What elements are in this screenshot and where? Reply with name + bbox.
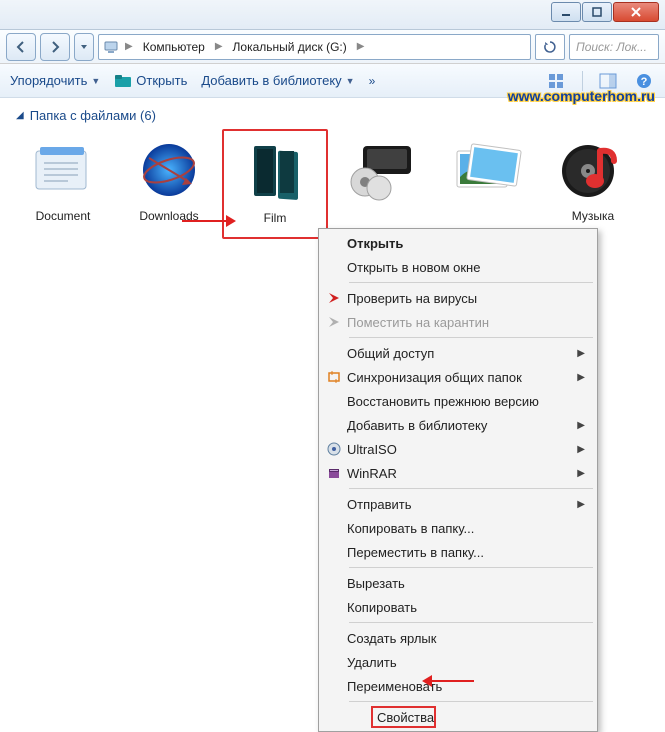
help-button[interactable]: ? [633,70,655,92]
kaspersky-icon [321,291,347,305]
ctx-send[interactable]: Отправить▶ [321,492,595,516]
item-label: Document [14,209,112,223]
ctx-copy[interactable]: Копировать [321,595,595,619]
wallpapers-folder-icon [447,135,527,207]
item-label: Film [228,211,322,225]
ctx-winrar[interactable]: WinRAR▶ [321,461,595,485]
history-dropdown[interactable] [74,33,94,61]
back-button[interactable] [6,33,36,61]
breadcrumb-computer[interactable]: Компьютер [139,38,209,56]
preview-pane-button[interactable] [597,70,619,92]
folder-item-wallpapers[interactable] [434,129,540,239]
collapse-triangle-icon: ◢ [16,110,24,121]
item-label: Downloads [120,209,218,223]
submenu-arrow-icon: ▶ [577,444,585,455]
downloads-folder-icon [129,135,209,207]
maximize-button[interactable] [582,2,612,22]
submenu-arrow-icon: ▶ [577,499,585,510]
add-to-library-menu[interactable]: Добавить в библиотеку▼ [201,73,354,88]
winrar-icon [321,466,347,480]
refresh-button[interactable] [535,34,565,60]
folder-icon [114,74,132,88]
chevron-down-icon: ▼ [91,76,100,86]
chevron-right-icon: ▶ [123,41,135,52]
document-folder-icon [23,135,103,207]
kaspersky-grey-icon [321,315,347,329]
group-header[interactable]: ◢ Папка с файлами (6) [0,98,665,129]
window-controls [551,2,659,22]
folder-item-film[interactable]: Film [222,129,328,239]
ctx-restore[interactable]: Восстановить прежнюю версию [321,389,595,413]
ctx-copy-to[interactable]: Копировать в папку... [321,516,595,540]
search-placeholder: Поиск: Лок... [576,40,647,54]
ultraiso-icon [321,442,347,456]
ctx-open[interactable]: Открыть [321,231,595,255]
close-button[interactable] [613,2,659,22]
nav-bar: ▶ Компьютер ▶ Локальный диск (G:) ▶ Поис… [0,30,665,64]
ctx-scan-virus[interactable]: Проверить на вирусы [321,286,595,310]
submenu-arrow-icon: ▶ [577,372,585,383]
folder-item-games[interactable] [328,129,434,239]
ctx-share[interactable]: Общий доступ▶ [321,341,595,365]
submenu-arrow-icon: ▶ [577,348,585,359]
organize-menu[interactable]: Упорядочить▼ [10,73,100,88]
folder-item-music[interactable]: Музыка [540,129,646,239]
svg-text:?: ? [641,76,648,88]
ctx-add-library[interactable]: Добавить в библиотеку▶ [321,413,595,437]
titlebar [0,0,665,30]
ctx-open-new-window[interactable]: Открыть в новом окне [321,255,595,279]
view-mode-button[interactable] [546,70,568,92]
submenu-arrow-icon: ▶ [577,420,585,431]
music-folder-icon [553,135,633,207]
ctx-delete[interactable]: Удалить [321,650,595,674]
sync-icon [321,370,347,384]
context-menu: Открыть Открыть в новом окне Проверить н… [318,228,598,732]
submenu-arrow-icon: ▶ [577,468,585,479]
ctx-shortcut[interactable]: Создать ярлык [321,626,595,650]
ctx-move-to[interactable]: Переместить в папку... [321,540,595,564]
film-folder-icon [235,137,315,209]
search-input[interactable]: Поиск: Лок... [569,34,659,60]
explorer-window: ▶ Компьютер ▶ Локальный диск (G:) ▶ Поис… [0,0,665,709]
chevron-down-icon: ▼ [346,76,355,86]
group-header-label: Папка с файлами (6) [30,108,156,123]
ctx-cut[interactable]: Вырезать [321,571,595,595]
minimize-button[interactable] [551,2,581,22]
games-folder-icon [341,135,421,207]
ctx-sync[interactable]: Синхронизация общих папок▶ [321,365,595,389]
folder-item-downloads[interactable]: Downloads [116,129,222,239]
ctx-ultraiso[interactable]: UltraISO▶ [321,437,595,461]
ctx-rename[interactable]: Переименовать [321,674,595,698]
breadcrumb[interactable]: ▶ Компьютер ▶ Локальный диск (G:) ▶ [98,34,531,60]
ctx-quarantine: Поместить на карантин [321,310,595,334]
computer-icon [103,40,119,54]
chevron-right-icon: ▶ [213,41,225,52]
forward-button[interactable] [40,33,70,61]
open-button[interactable]: Открыть [114,73,187,88]
chevron-right-icon: ▶ [355,41,367,52]
folder-item-document[interactable]: Document [10,129,116,239]
item-label: Музыка [544,209,642,223]
breadcrumb-disk[interactable]: Локальный диск (G:) [229,38,351,56]
icon-grid: Document Downloads Film [0,129,665,239]
overflow-menu[interactable]: » [369,74,376,88]
command-bar: Упорядочить▼ Открыть Добавить в библиоте… [0,64,665,98]
